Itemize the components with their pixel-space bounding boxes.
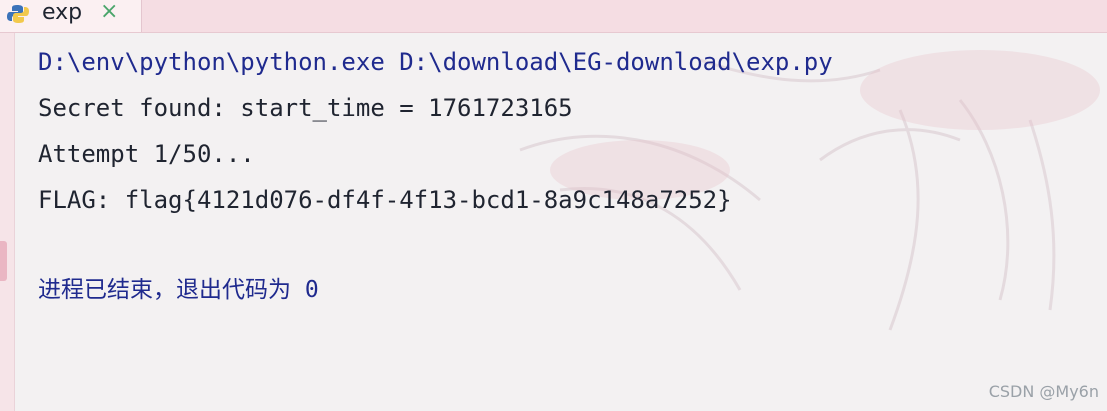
tab-exp[interactable]: exp × [0,0,142,32]
close-icon[interactable]: × [100,0,118,26]
console-output-line: FLAG: flag{4121d076-df4f-4f13-bcd1-8a9c1… [38,186,732,214]
run-console-output: D:\env\python\python.exe D:\download\EG-… [38,44,1098,318]
tab-title: exp [42,0,83,25]
console-gutter [0,33,15,411]
console-exit-line: 进程已结束，退出代码为 0 [38,277,319,303]
editor-tab-bar: exp × [0,0,1107,33]
python-file-icon [7,5,29,23]
watermark: CSDN @My6n [988,382,1099,401]
console-output-line: Secret found: start_time = 1761723165 [38,94,573,122]
gutter-marker [0,241,7,281]
console-command-line: D:\env\python\python.exe D:\download\EG-… [38,48,833,76]
console-output-line: Attempt 1/50... [38,140,255,168]
